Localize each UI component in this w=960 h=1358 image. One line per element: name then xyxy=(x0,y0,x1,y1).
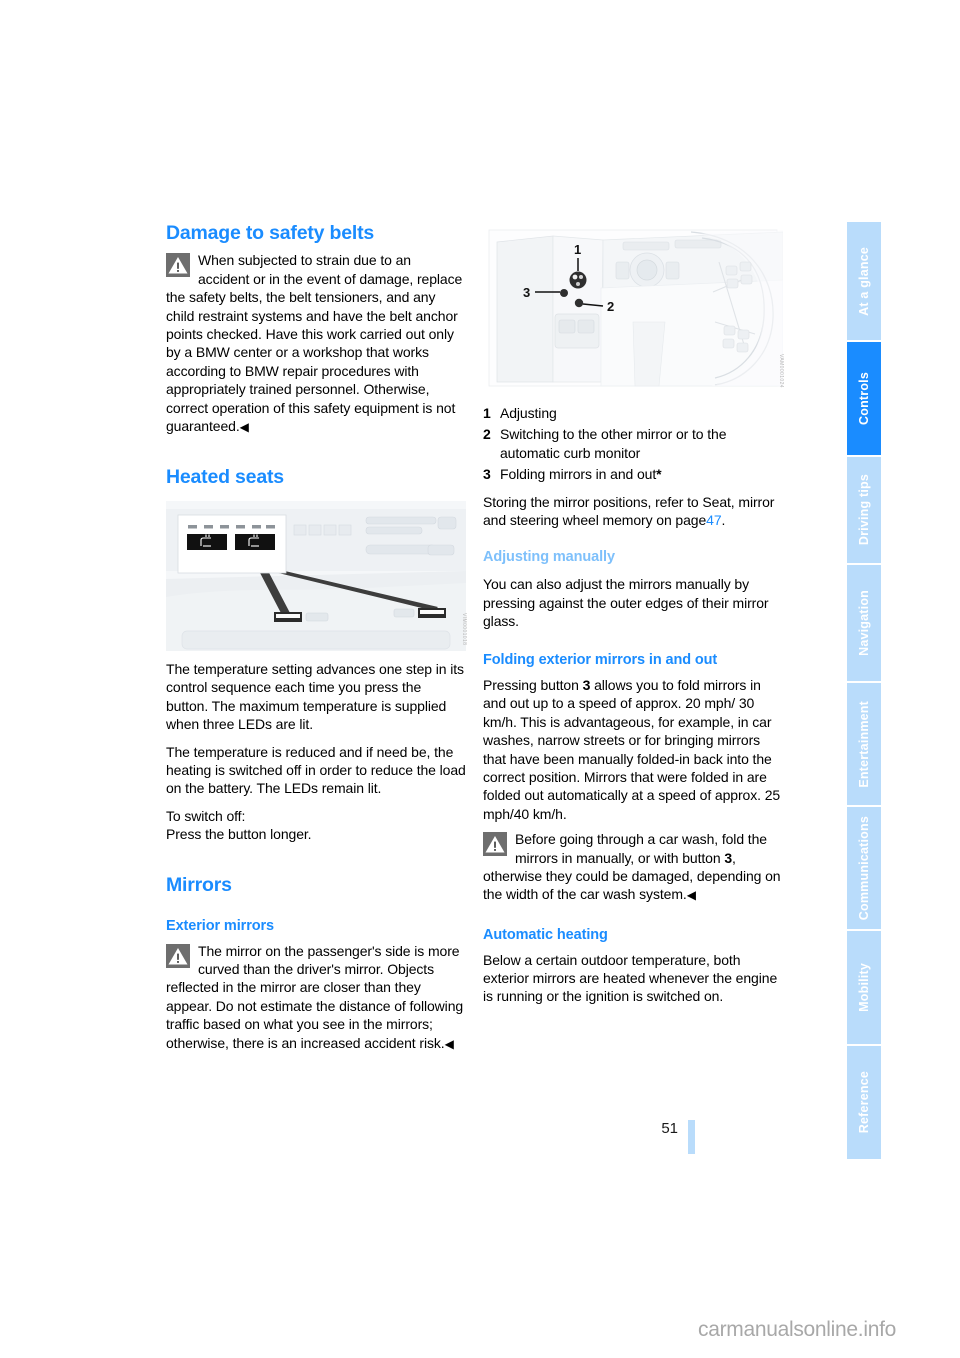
warning-text-exterior-mirrors: The mirror on the passenger's side is mo… xyxy=(166,942,464,1051)
warning-triangle-icon xyxy=(166,943,190,968)
tab-label: Controls xyxy=(857,372,871,425)
warning-block-exterior-mirrors: The mirror on the passenger's side is mo… xyxy=(166,942,466,1053)
tab-navigation[interactable]: Navigation xyxy=(847,565,881,681)
button-number-reference: 3 xyxy=(724,849,733,866)
mirror-controls-list: 1 Adjusting 2 Switching to the other mir… xyxy=(483,404,783,484)
tab-communications[interactable]: Communications xyxy=(847,807,881,929)
figure-code-heated-seats: VIM0001018 xyxy=(461,612,467,645)
list-item-number: 2 xyxy=(483,426,491,443)
adjusting-manually-body: You can also adjust the mirrors manually… xyxy=(483,576,769,629)
page-number-bar xyxy=(688,1120,695,1154)
heated-seats-switch-off: To switch off: Press the button longer. xyxy=(166,807,312,843)
heading-damage-to-safety-belts: Damage to safety belts xyxy=(166,222,375,244)
tab-label: Communications xyxy=(857,815,871,921)
warning-text-safety-belts: When subjected to strain due to an accid… xyxy=(166,252,463,435)
right-column: 1 2 3 VAM0001024 1 Adjusting 2 Switching… xyxy=(483,222,784,1006)
warning-triangle-icon xyxy=(483,832,507,857)
tab-controls[interactable]: Controls xyxy=(847,342,881,455)
button-number-reference: 3 xyxy=(582,677,591,693)
chapter-tabs-sidebar: At a glance Controls Driving tips Naviga… xyxy=(847,222,881,1161)
tab-reference[interactable]: Reference xyxy=(847,1046,881,1159)
heated-seats-paragraph-2: The temperature is reduced and if need b… xyxy=(166,743,466,797)
storing-mirror-positions-note: Storing the mirror positions, refer to S… xyxy=(483,493,775,529)
tab-label: At a glance xyxy=(857,246,871,316)
tab-label: Reference xyxy=(857,1071,871,1134)
list-item: 3 Folding mirrors in and out* xyxy=(483,465,783,483)
tab-driving-tips[interactable]: Driving tips xyxy=(847,457,881,563)
figure-code-mirror-controls: VAM0001024 xyxy=(778,354,784,388)
list-item-number: 3 xyxy=(483,466,491,483)
figure-mirror-controls: 1 2 3 VAM0001024 xyxy=(483,222,784,394)
tab-entertainment[interactable]: Entertainment xyxy=(847,683,881,805)
site-watermark: carmanualsonline.info xyxy=(698,1318,896,1341)
optional-equipment-asterisk: * xyxy=(656,466,662,483)
warning-text-car-wash: Before going through a car wash, fold th… xyxy=(483,831,781,903)
svg-text:1: 1 xyxy=(574,242,581,257)
heated-seats-paragraph-1: The temperature setting advances one ste… xyxy=(166,660,464,733)
heading-automatic-heating: Automatic heating xyxy=(483,926,608,943)
list-item-label: Folding mirrors in and out* xyxy=(500,466,662,483)
list-item-label: Adjusting xyxy=(500,405,557,421)
list-item: 2 Switching to the other mirror or to th… xyxy=(483,425,783,462)
tab-label: Mobility xyxy=(857,963,871,1012)
page-number: 51 xyxy=(661,1120,678,1137)
heading-adjusting-manually: Adjusting manually xyxy=(483,549,615,566)
warning-block-car-wash: Before going through a car wash, fold th… xyxy=(483,830,783,905)
tab-label: Entertainment xyxy=(857,700,871,788)
warning-block-safety-belts: When subjected to strain due to an accid… xyxy=(166,251,466,436)
heading-heated-seats: Heated seats xyxy=(166,466,284,489)
heading-mirrors: Mirrors xyxy=(166,873,232,896)
left-column: Damage to safety belts When subjected to… xyxy=(166,222,467,1053)
tab-at-a-glance[interactable]: At a glance xyxy=(847,222,881,340)
svg-text:3: 3 xyxy=(523,285,530,300)
heading-folding-exterior-mirrors: Folding exterior mirrors in and out xyxy=(483,652,718,669)
warning-triangle-icon xyxy=(166,253,190,278)
tab-label: Driving tips xyxy=(857,474,871,546)
list-item-label: Switching to the other mirror or to the … xyxy=(500,426,727,461)
heading-exterior-mirrors: Exterior mirrors xyxy=(166,917,274,934)
manual-page: Damage to safety belts When subjected to… xyxy=(0,0,960,1358)
page-cross-reference[interactable]: 47 xyxy=(706,512,721,528)
figure-heated-seats-controls: VIM0001018 xyxy=(166,500,467,651)
svg-text:2: 2 xyxy=(607,299,614,314)
list-item-number: 1 xyxy=(483,405,491,421)
tab-mobility[interactable]: Mobility xyxy=(847,931,881,1044)
tab-label: Navigation xyxy=(857,590,871,656)
list-item: 1 Adjusting xyxy=(483,404,783,422)
automatic-heating-body: Below a certain outdoor temperature, bot… xyxy=(483,951,778,1005)
folding-mirrors-body: Pressing button 3 allows you to fold mir… xyxy=(483,677,781,822)
